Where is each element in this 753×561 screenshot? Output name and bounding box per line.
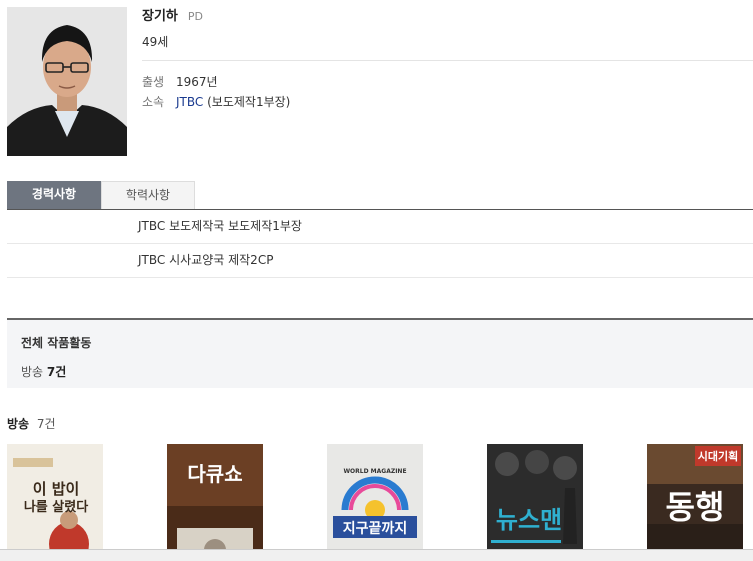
poster-world-title: 지구끝까지 (342, 521, 408, 537)
birth-label: 출생 (142, 75, 165, 89)
info-divider (142, 60, 753, 61)
name-row: 장기하 PD (142, 5, 203, 24)
broadcast-header: 방송 7건 (7, 415, 56, 432)
poster-donghaeng-thumbnail[interactable]: 시대기획 동행 (647, 444, 743, 561)
affiliation-row: 소속 JTBC (보도제작1부장) (142, 93, 290, 110)
tab-education[interactable]: 학력사항 (101, 181, 195, 209)
poster-docu-show-title: 다큐쇼 (187, 462, 243, 486)
works-count: 7건 (46, 365, 67, 379)
works-summary: 전체 작품활동 방송 7건 (7, 318, 753, 388)
poster-world-small: WORLD MAGAZINE (343, 468, 407, 475)
horizontal-scrollbar[interactable] (0, 549, 753, 561)
broadcast-label: 방송 (7, 417, 30, 431)
birth-value: 1967년 (176, 75, 218, 89)
works-count-row[interactable]: 방송 7건 (21, 363, 739, 380)
poster-world-thumbnail[interactable]: WORLD MAGAZINE 지구끝까지 (327, 444, 423, 561)
poster-newsman-thumbnail[interactable]: 뉴스맨 (487, 444, 583, 561)
list-item: JTBC 시사교양국 제작2CP (7, 244, 753, 278)
person-role: PD (187, 10, 203, 23)
person-name: 장기하 (142, 9, 178, 24)
career-list: JTBC 보도제작국 보도제작1부장 JTBC 시사교양국 제작2CP (7, 210, 753, 278)
person-age: 49세 (142, 35, 169, 49)
poster-donghaeng-top: 시대기획 (697, 450, 739, 463)
tab-bar: 경력사항 학력사항 (7, 181, 753, 210)
works-summary-title: 전체 작품활동 (21, 336, 92, 350)
tab-career[interactable]: 경력사항 (7, 181, 101, 209)
birth-row: 출생 1967년 (142, 73, 218, 90)
affiliation-label: 소속 (142, 95, 165, 109)
affiliation-link[interactable]: JTBC (176, 95, 203, 109)
profile-photo (7, 7, 127, 156)
poster-bap-line2: 나를 살렸다 (23, 500, 89, 515)
works-category: 방송 (21, 365, 44, 379)
poster-docu-show-thumbnail[interactable]: 다큐쇼 (167, 444, 263, 561)
poster-donghaeng-title: 동행 (665, 488, 725, 526)
affiliation-detail: (보도제작1부장) (207, 95, 291, 109)
list-item: JTBC 보도제작국 보도제작1부장 (7, 210, 753, 244)
poster-bap-thumbnail[interactable]: 이 밥이 나를 살렸다 (7, 444, 103, 561)
broadcast-count: 7건 (36, 417, 56, 431)
poster-newsman-title: 뉴스맨 (495, 506, 563, 534)
